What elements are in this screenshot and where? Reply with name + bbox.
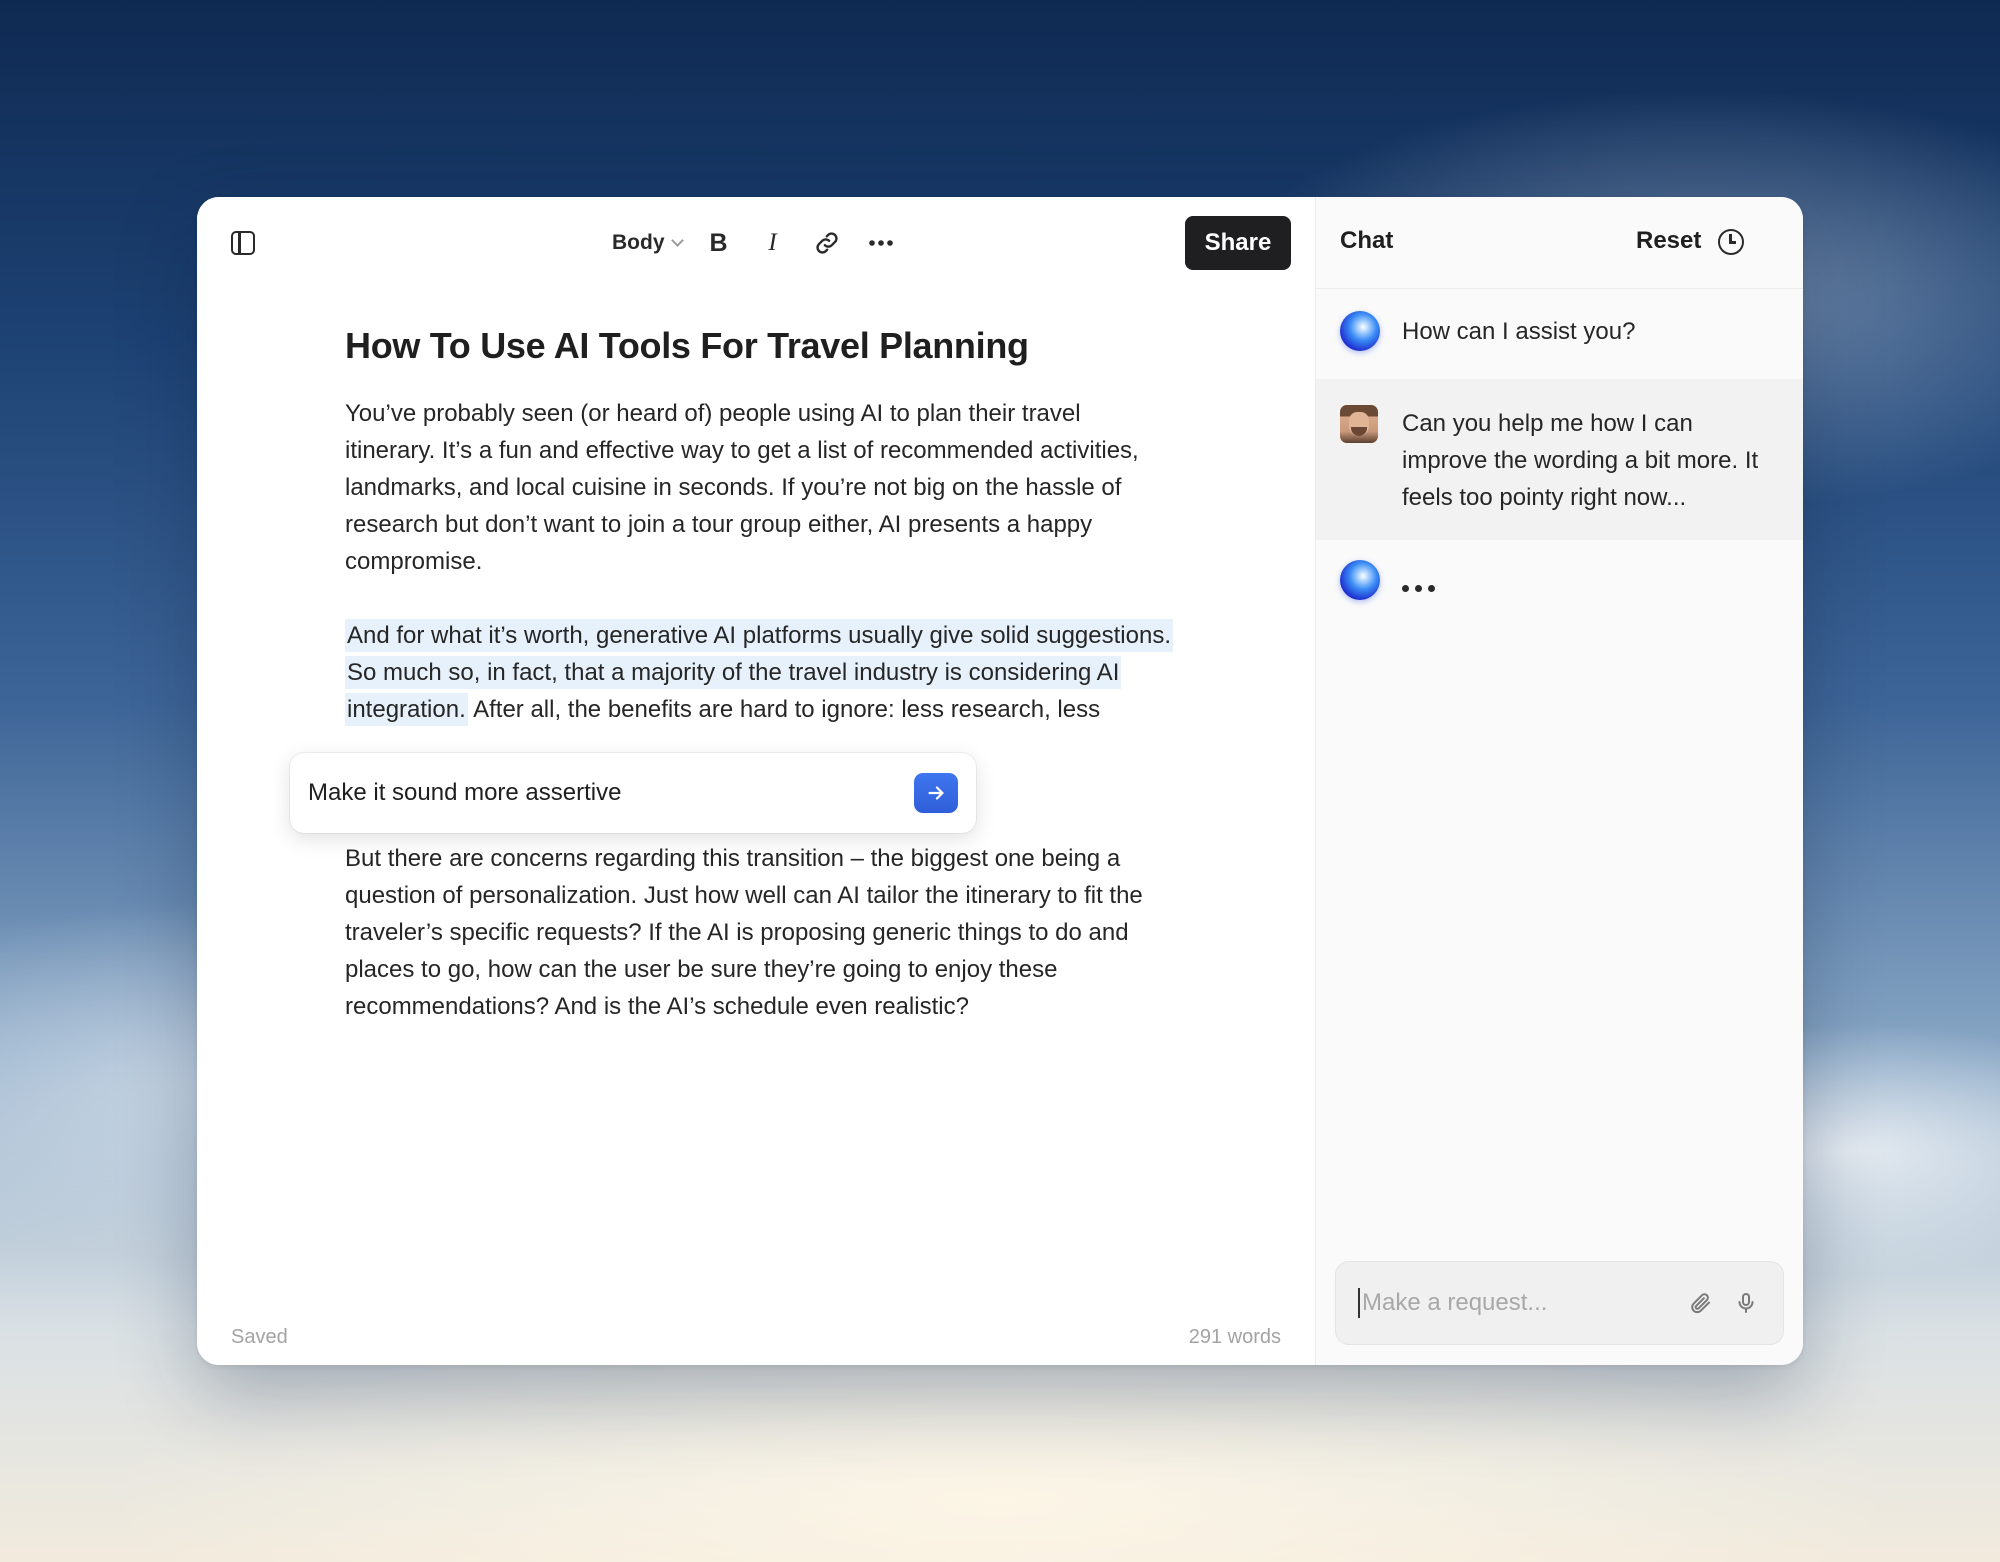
chevron-down-icon <box>670 234 684 247</box>
editor-toolbar: Body B I Share <box>197 197 1315 289</box>
italic-icon[interactable]: I <box>746 221 800 265</box>
word-count: 291 words <box>1188 1326 1281 1348</box>
inline-prompt-input[interactable] <box>308 779 914 807</box>
message-text: Can you help me how I can improve the wo… <box>1402 410 1759 511</box>
chat-message-assistant: How can I assist you? <box>1316 289 1803 379</box>
link-icon[interactable] <box>800 221 854 265</box>
document-title[interactable]: How To Use AI Tools For Travel Planning <box>345 323 1175 369</box>
chat-composer <box>1335 1261 1784 1345</box>
typing-dot <box>1402 584 1409 592</box>
format-toolbar: Body B I <box>602 221 908 265</box>
text-style-select[interactable]: Body <box>602 221 692 265</box>
chat-message-assistant-typing <box>1316 540 1803 600</box>
save-status: Saved <box>231 1326 288 1348</box>
paragraph-clipped: And for what it’s worth, generative AI p… <box>345 617 1175 728</box>
message-text: How can I assist you? <box>1402 318 1636 345</box>
reset-button[interactable]: Reset <box>1636 227 1701 255</box>
paragraph[interactable]: And for what it’s worth, generative AI p… <box>345 617 1175 728</box>
share-button[interactable]: Share <box>1185 216 1291 270</box>
chat-title: Chat <box>1340 227 1394 254</box>
ai-orb-icon <box>1340 560 1380 600</box>
bold-icon[interactable]: B <box>692 221 746 265</box>
editor-pane: Body B I Share How To Use AI Tools For T… <box>197 197 1315 1365</box>
more-icon[interactable] <box>854 221 908 265</box>
history-icon[interactable] <box>1718 229 1744 255</box>
chat-panel: Chat Reset How can I assist you? Can you… <box>1315 197 1803 1365</box>
avatar <box>1340 405 1378 443</box>
microphone-icon[interactable] <box>1731 1283 1762 1323</box>
inline-ai-prompt <box>290 753 976 833</box>
paperclip-icon[interactable] <box>1686 1283 1717 1323</box>
chat-message-user: Can you help me how I can improve the wo… <box>1316 379 1803 540</box>
chat-request-input[interactable] <box>1358 1288 1672 1318</box>
typing-dot <box>1428 584 1435 592</box>
typing-indicator <box>1402 560 1773 600</box>
text-style-label: Body <box>612 231 665 254</box>
paragraph[interactable]: But there are concerns regarding this tr… <box>345 840 1175 1025</box>
paragraph[interactable]: You’ve probably seen (or heard of) peopl… <box>345 395 1175 580</box>
ai-orb-icon <box>1340 311 1380 351</box>
chat-header: Chat Reset <box>1316 197 1803 289</box>
typing-dot <box>1415 584 1422 592</box>
send-arrow-icon[interactable] <box>914 773 958 813</box>
document-body[interactable]: How To Use AI Tools For Travel Planning … <box>345 323 1175 1062</box>
sidebar-toggle-icon[interactable] <box>231 231 255 255</box>
app-window: Body B I Share How To Use AI Tools For T… <box>197 197 1803 1365</box>
